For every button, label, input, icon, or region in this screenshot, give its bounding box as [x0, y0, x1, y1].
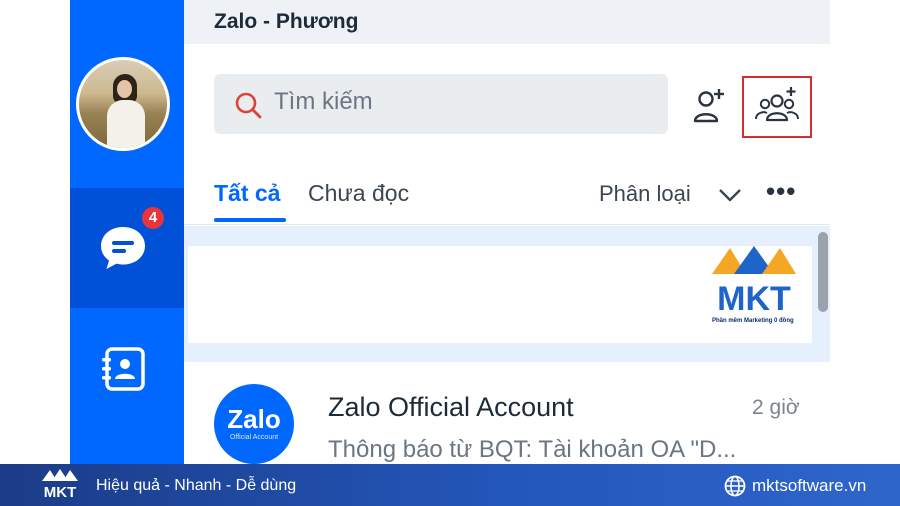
tab-unread[interactable]: Chưa đọc	[308, 180, 409, 207]
footer-mkt-logo-icon: MKT	[42, 469, 78, 501]
footer-website-link[interactable]: mktsoftware.vn	[752, 476, 866, 496]
conversation-name[interactable]: Zalo Official Account	[328, 392, 574, 423]
contacts-icon[interactable]	[101, 346, 147, 392]
active-tab-indicator	[214, 218, 286, 222]
mkt-logo-icon: MKT	[710, 246, 798, 318]
avatar-dress	[107, 100, 145, 148]
mkt-tagline: Phần mềm Marketing 0 đồng	[712, 318, 794, 324]
user-avatar[interactable]	[76, 57, 170, 151]
window-title: Zalo - Phương	[214, 10, 359, 33]
search-placeholder: Tìm kiếm	[274, 88, 373, 115]
globe-icon	[724, 475, 746, 497]
tabs-divider	[184, 224, 830, 225]
conversation-time: 2 giờ	[752, 396, 800, 419]
conversation-avatar[interactable]: Zalo Official Account	[214, 384, 294, 464]
scrollbar-thumb[interactable]	[818, 232, 828, 312]
conversation-preview[interactable]: Thông báo từ BQT: Tài khoản OA "D...	[328, 436, 736, 464]
zalo-avatar-subtext: Official Account	[229, 434, 279, 441]
tab-all[interactable]: Tất cả	[214, 180, 280, 207]
unread-badge: 4	[140, 205, 166, 231]
footer-brand-text: MKT	[44, 484, 77, 501]
chat-bubble-icon	[101, 227, 145, 269]
mkt-brand-text: MKT	[717, 280, 791, 318]
add-friend-icon[interactable]	[692, 86, 728, 126]
add-group-icon[interactable]	[754, 86, 800, 126]
more-options-button[interactable]: •••	[766, 176, 796, 207]
chevron-down-icon[interactable]	[718, 186, 742, 204]
footer-slogan: Hiệu quả - Nhanh - Dễ dùng	[96, 477, 297, 494]
zalo-avatar-text: Zalo	[227, 404, 281, 434]
classify-dropdown[interactable]: Phân loại	[599, 181, 691, 207]
search-icon	[235, 92, 262, 119]
avatar-face	[117, 80, 132, 98]
